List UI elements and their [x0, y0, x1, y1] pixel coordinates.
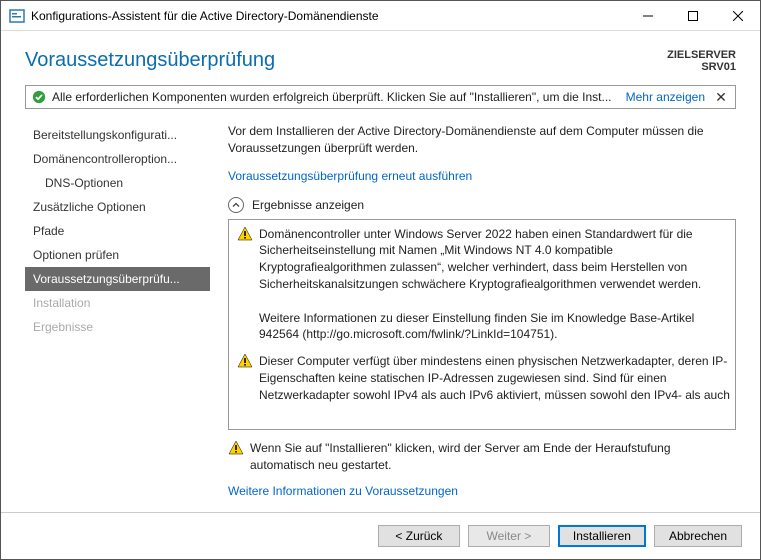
more-info-prereq-link[interactable]: Weitere Informationen zu Voraussetzungen — [228, 484, 736, 498]
nav-paths[interactable]: Pfade — [25, 219, 210, 243]
warning-icon — [228, 440, 244, 474]
main-content: Vor dem Installieren der Active Director… — [210, 117, 736, 512]
result-item: Domänencontroller unter Windows Server 2… — [237, 226, 731, 344]
minimize-button[interactable] — [625, 1, 670, 30]
page-title: Voraussetzungsüberprüfung — [25, 49, 667, 72]
app-icon — [9, 8, 25, 24]
window-title: Konfigurations-Assistent für die Active … — [31, 9, 625, 23]
nav-dc-options[interactable]: Domänencontrolleroption... — [25, 147, 210, 171]
warning-icon — [237, 353, 253, 403]
target-server-name: SRV01 — [667, 61, 736, 73]
target-server-block: ZIELSERVER SRV01 — [667, 49, 736, 73]
cancel-button[interactable]: Abbrechen — [654, 525, 742, 547]
nav-additional-options[interactable]: Zusätzliche Optionen — [25, 195, 210, 219]
target-label: ZIELSERVER — [667, 49, 736, 61]
window-controls — [625, 1, 760, 30]
rerun-prereq-link[interactable]: Voraussetzungsüberprüfung erneut ausführ… — [228, 169, 736, 183]
nav-review-options[interactable]: Optionen prüfen — [25, 243, 210, 267]
intro-text: Vor dem Installieren der Active Director… — [228, 123, 736, 157]
footer-warning-text: Wenn Sie auf "Installieren" klicken, wir… — [250, 440, 736, 474]
title-bar: Konfigurations-Assistent für die Active … — [1, 1, 760, 31]
chevron-up-icon — [232, 201, 240, 209]
nav-installation: Installation — [25, 291, 210, 315]
banner-close-icon[interactable]: ✕ — [713, 90, 729, 104]
success-check-icon — [32, 90, 46, 104]
nav-dns-options[interactable]: DNS-Optionen — [25, 171, 210, 195]
banner-show-more-link[interactable]: Mehr anzeigen — [626, 90, 705, 104]
result-item: Dieser Computer verfügt über mindestens … — [237, 353, 731, 403]
expander-label: Ergebnisse anzeigen — [252, 198, 364, 212]
status-banner: Alle erforderlichen Komponenten wurden e… — [25, 85, 736, 109]
nav-results: Ergebnisse — [25, 315, 210, 339]
result-text: Domänencontroller unter Windows Server 2… — [259, 226, 731, 344]
warning-icon — [237, 226, 253, 344]
nav-deployment-config[interactable]: Bereitstellungskonfigurati... — [25, 123, 210, 147]
nav-prereq-check[interactable]: Voraussetzungsüberprüfu... — [25, 267, 210, 291]
expander-toggle[interactable] — [228, 197, 244, 213]
results-expander: Ergebnisse anzeigen — [228, 197, 736, 213]
back-button[interactable]: < Zurück — [378, 525, 460, 547]
banner-message: Alle erforderlichen Komponenten wurden e… — [52, 90, 618, 104]
footer-warning: Wenn Sie auf "Installieren" klicken, wir… — [228, 440, 736, 474]
page-header: Voraussetzungsüberprüfung ZIELSERVER SRV… — [1, 31, 760, 85]
wizard-button-bar: < Zurück Weiter > Installieren Abbrechen — [1, 512, 760, 559]
maximize-button[interactable] — [670, 1, 715, 30]
install-button[interactable]: Installieren — [558, 525, 646, 547]
next-button: Weiter > — [468, 525, 550, 547]
result-text: Dieser Computer verfügt über mindestens … — [259, 353, 731, 403]
wizard-nav: Bereitstellungskonfigurati... Domänencon… — [25, 117, 210, 512]
close-button[interactable] — [715, 1, 760, 30]
results-list[interactable]: Domänencontroller unter Windows Server 2… — [228, 219, 736, 431]
